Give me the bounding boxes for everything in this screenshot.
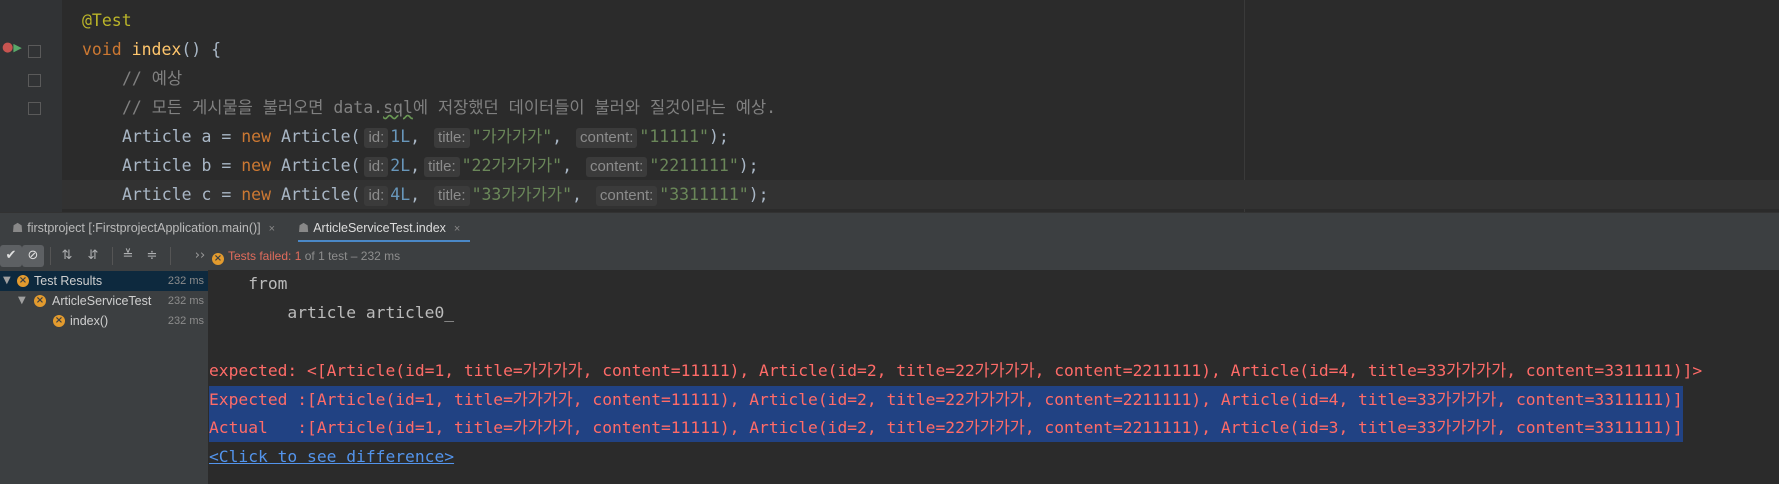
expand-all-icon[interactable]: ≚ xyxy=(117,245,139,267)
failed-icon: × xyxy=(17,275,29,287)
code-token: "3311111" xyxy=(659,185,749,204)
show-passed-icon[interactable]: ✔ xyxy=(0,245,22,267)
code-token: new xyxy=(241,185,281,204)
tab-article-service-test[interactable]: ☗ ArticleServiceTest.index × xyxy=(298,213,471,243)
test-console-output[interactable]: from article article0_ expected: <[Artic… xyxy=(209,270,1779,484)
tab-label: firstproject [:FirstprojectApplication.m… xyxy=(27,221,261,235)
console-line-expected[interactable]: expected: <[Article(id=1, title=가가가가, co… xyxy=(209,357,1702,385)
run-config-icon: ☗ xyxy=(12,221,24,235)
more-actions-icon[interactable]: ›› xyxy=(189,245,211,267)
tree-item-label: ArticleServiceTest xyxy=(52,294,152,308)
code-token: // 모든 게시물을 불러오면 data. xyxy=(122,98,384,117)
code-line[interactable]: // 예상 xyxy=(0,64,1779,93)
tree-item-label: index() xyxy=(70,314,109,328)
code-token: "33가가가가" xyxy=(471,185,573,204)
code-token: Article b = xyxy=(122,156,242,175)
code-line[interactable]: @Test xyxy=(0,6,1779,35)
code-token: ); xyxy=(748,185,769,204)
collapse-all-icon[interactable]: ≑ xyxy=(141,245,163,267)
code-token: Article( xyxy=(280,127,361,146)
test-results-tree: ▼ × Test Results 232 ms ▼ × ArticleServi… xyxy=(0,270,209,484)
code-token: index xyxy=(131,40,182,59)
code-token: , xyxy=(562,156,582,175)
code-token: "가가가가" xyxy=(471,127,553,146)
test-status: × Tests failed: 1 of 1 test – 232 ms xyxy=(212,242,400,270)
status-rest: of 1 test – 232 ms xyxy=(304,249,401,263)
parameter-hint: id: xyxy=(364,157,389,177)
parameter-hint: id: xyxy=(364,128,389,148)
click-to-see-difference-link[interactable]: <Click to see difference> xyxy=(209,443,454,471)
chevron-down-icon[interactable]: ▼ xyxy=(18,291,26,311)
tree-item-index[interactable]: × index() 232 ms xyxy=(0,311,208,331)
test-toolbar: ✔ ⊘ ⇅ ⇵ ≚ ≑ ›› × Tests failed: 1 of 1 tes… xyxy=(0,242,1779,270)
duration: 232 ms xyxy=(167,275,204,287)
sort-alphabetically-icon[interactable]: ⇅ xyxy=(56,245,78,267)
code-token: 에 저장했던 데이터들이 불러와 질것이라는 예상. xyxy=(412,98,777,117)
code-token: @Test xyxy=(82,11,132,30)
code-token: , xyxy=(572,185,592,204)
console-line-expected-selected[interactable]: Expected :[Article(id=1, title=가가가가, con… xyxy=(209,386,1683,414)
code-token: "11111" xyxy=(639,127,709,146)
tree-item-test-results[interactable]: ▼ × Test Results 232 ms xyxy=(0,271,208,291)
show-ignored-icon[interactable]: ⊘ xyxy=(22,245,44,267)
code-token: Article( xyxy=(280,185,361,204)
parameter-hint: title: xyxy=(434,128,470,148)
code-token: new xyxy=(241,127,281,146)
code-line[interactable]: void index() { xyxy=(0,35,1779,64)
code-token: , xyxy=(410,156,421,175)
code-token: "22가가가가" xyxy=(461,156,563,175)
code-token: 2L xyxy=(390,156,411,175)
parameter-hint: title: xyxy=(434,186,470,206)
close-icon[interactable]: × xyxy=(454,223,460,235)
duration: 232 ms xyxy=(167,295,204,307)
parameter-hint: content: xyxy=(576,128,638,148)
code-token: 1L xyxy=(390,127,411,146)
failed-icon: × xyxy=(212,253,224,265)
parameter-hint: content: xyxy=(585,157,648,177)
failed-icon: × xyxy=(53,315,65,327)
code-token: new xyxy=(241,156,281,175)
sort-by-duration-icon[interactable]: ⇵ xyxy=(82,245,104,267)
code-token: , xyxy=(410,185,431,204)
code-token: void xyxy=(82,40,132,59)
tree-item-article-service-test[interactable]: ▼ × ArticleServiceTest 232 ms xyxy=(0,291,208,311)
code-line-current[interactable]: Article c = new Article(id: 4L, title: "33… xyxy=(62,180,1779,209)
code-token: , xyxy=(552,127,573,146)
code-token: ); xyxy=(708,127,729,146)
toolbar-divider xyxy=(170,247,171,265)
duration: 232 ms xyxy=(167,315,204,327)
code-token: Article c = xyxy=(122,185,242,204)
tab-label: ArticleServiceTest.index xyxy=(313,221,446,235)
code-token: () { xyxy=(181,40,222,59)
parameter-hint: id: xyxy=(364,186,389,206)
code-token: sql xyxy=(383,98,413,117)
failed-icon: × xyxy=(34,295,46,307)
parameter-hint: title: xyxy=(424,157,460,177)
status-prefix: Tests failed: xyxy=(228,249,292,263)
console-line: article article0_ xyxy=(209,303,455,322)
tab-firstproject[interactable]: ☗ firstproject [:FirstprojectApplication.… xyxy=(12,213,275,243)
code-token: , xyxy=(410,127,431,146)
code-line[interactable]: Article b = new Article(id: 2L, title: "22가… xyxy=(0,151,1779,180)
code-token: Article( xyxy=(280,156,361,175)
run-tool-window-tabs: ☗ firstproject [:FirstprojectApplication.… xyxy=(0,212,1779,243)
code-line[interactable]: Article a = new Article(id: 1L, title: "가가… xyxy=(0,122,1779,151)
close-icon[interactable]: × xyxy=(269,223,275,235)
failed-count: 1 xyxy=(294,249,302,263)
code-token: 4L xyxy=(390,185,411,204)
toolbar-divider xyxy=(50,247,51,265)
chevron-down-icon[interactable]: ▼ xyxy=(3,271,11,291)
console-line: from xyxy=(209,274,288,293)
code-token: Article a = xyxy=(122,127,242,146)
parameter-hint: content: xyxy=(595,186,658,206)
console-line-actual-selected[interactable]: Actual :[Article(id=1, title=가가가가, conte… xyxy=(209,414,1683,442)
code-line[interactable]: // 모든 게시물을 불러오면 data.sql에 저장했던 데이터들이 불러와… xyxy=(0,93,1779,122)
code-token: // 예상 xyxy=(122,69,183,88)
code-token: "2211111" xyxy=(649,156,739,175)
tree-item-label: Test Results xyxy=(34,274,103,288)
code-editor[interactable]: ●▶ @Test void index() { // 예상 // 모든 게시물을… xyxy=(0,0,1779,212)
test-config-icon: ☗ xyxy=(298,221,310,235)
code-token: ); xyxy=(738,156,759,175)
toolbar-divider xyxy=(112,247,113,265)
